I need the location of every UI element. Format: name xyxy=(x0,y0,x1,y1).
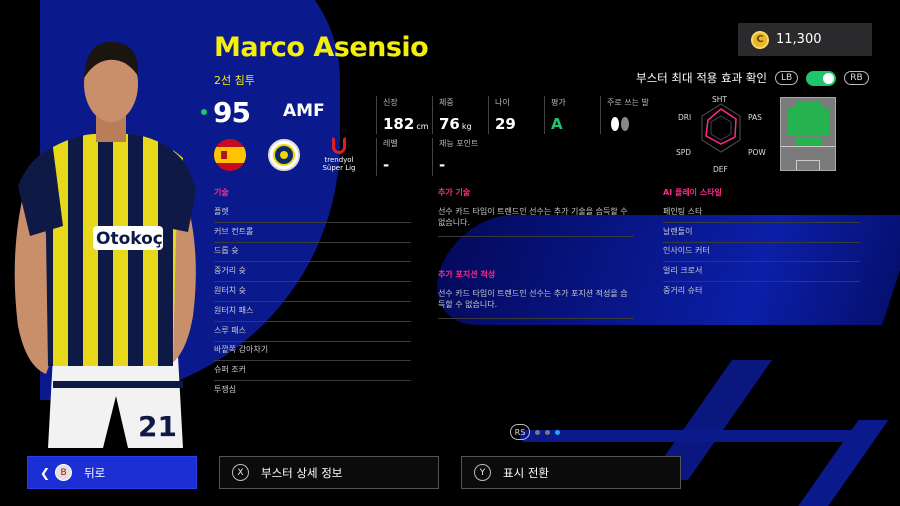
skills-heading: 기술 xyxy=(214,188,229,197)
page-indicator: RS xyxy=(510,424,560,440)
divider xyxy=(432,138,433,176)
extra-positions-heading: 추가 포지션 적성 xyxy=(438,270,496,279)
ai-style-item: 페인팅 스타 xyxy=(663,206,860,223)
radar-label-shot: SHT xyxy=(712,95,727,104)
evaluation-stat: 평가 A xyxy=(551,98,566,133)
radar-label-dribble: DRI xyxy=(678,113,692,122)
pitch-cell xyxy=(795,101,821,107)
divider xyxy=(544,96,545,134)
radar-label-power: POW xyxy=(748,148,766,157)
league-logo: trendyol Süper Lig xyxy=(322,136,356,176)
player-position: AMF xyxy=(283,101,325,121)
skill-item: 원터치 패스 xyxy=(214,305,411,322)
pitch-cell xyxy=(795,137,821,145)
divider xyxy=(376,96,377,134)
page-dot[interactable] xyxy=(535,429,540,435)
ai-styles-heading: AI 플레이 스타일 xyxy=(663,188,722,197)
overall-rating: 95 xyxy=(213,96,251,129)
ai-style-item: 인사이드 커터 xyxy=(663,245,860,262)
pitch-cell xyxy=(787,108,829,136)
back-button[interactable]: ❮ B 뒤로 xyxy=(27,456,197,489)
coin-amount: 11,300 xyxy=(776,32,822,47)
club-badge-icon xyxy=(268,139,300,171)
chevron-left-icon: ❮ xyxy=(40,465,51,480)
booster-label: 부스터 최대 적용 효과 확인 xyxy=(636,71,768,85)
svg-text:Otokoç: Otokoç xyxy=(96,229,163,249)
radar-label-defence: DEF xyxy=(713,165,728,174)
svg-text:21: 21 xyxy=(138,410,177,443)
booster-detail-button[interactable]: X 부스터 상세 정보 xyxy=(219,456,439,489)
divider xyxy=(488,96,489,134)
y-button-icon: Y xyxy=(474,464,491,481)
radar-label-pass: PAS xyxy=(748,113,762,122)
skill-item: 스루 패스 xyxy=(214,325,411,342)
booster-toggle[interactable] xyxy=(806,70,837,86)
ai-style-item: 날렌돌이 xyxy=(663,226,860,243)
page-dot[interactable] xyxy=(545,429,550,435)
skill-item: 투쟁심 xyxy=(214,385,237,394)
skill-item: 바깥쪽 감아차기 xyxy=(214,344,411,361)
lb-button[interactable]: LB xyxy=(775,71,799,85)
skill-item: 드롭 슛 xyxy=(214,245,411,262)
age-stat: 나이 29 xyxy=(495,98,516,133)
footprint-icon xyxy=(611,117,629,131)
skill-item: 슈퍼 조커 xyxy=(214,364,411,381)
rating-indicator xyxy=(201,109,207,115)
radar-label-speed: SPD xyxy=(676,148,692,157)
skill-item: 커브 컨트롤 xyxy=(214,226,411,243)
player-subtitle: 2선 침투 xyxy=(214,74,255,87)
talent-points-stat: 재능 포인트 - xyxy=(439,139,479,174)
ai-style-item: 얼리 크로서 xyxy=(663,265,860,282)
height-stat: 신장 182 cm xyxy=(383,98,429,133)
toggle-view-button[interactable]: Y 표시 전환 xyxy=(461,456,681,489)
divider xyxy=(432,96,433,134)
skill-item: 원터치 슛 xyxy=(214,285,411,302)
weight-stat: 체중 76 kg xyxy=(439,98,472,133)
rb-button[interactable]: RB xyxy=(844,71,869,85)
skill-item: 중거리 슛 xyxy=(214,265,411,282)
extra-skills-text: 선수 카드 타입이 트렌드인 선수는 추가 기술을 습득할 수 없습니다. xyxy=(438,206,634,237)
preferred-foot-stat: 주로 쓰는 발 xyxy=(607,97,649,137)
b-button-icon: B xyxy=(55,464,73,481)
rs-button[interactable]: RS xyxy=(510,424,530,440)
player-name: Marco Asensio xyxy=(214,32,429,63)
player-portrait: 21 Otokoç xyxy=(14,41,196,448)
divider xyxy=(600,96,601,134)
extra-skills-heading: 추가 기술 xyxy=(438,188,471,197)
extra-positions-text: 선수 카드 타입이 트렌드인 선수는 추가 포지션 적성을 습득할 수 없습니다… xyxy=(438,288,634,319)
back-label: 뒤로 xyxy=(84,465,106,480)
level-stat: 레벨 - xyxy=(383,139,398,174)
position-heatmap xyxy=(780,97,836,171)
toggle-view-label: 표시 전환 xyxy=(503,465,549,480)
booster-toggle-row: 부스터 최대 적용 효과 확인 LB RB xyxy=(636,70,869,86)
bg-stripe xyxy=(520,430,860,442)
booster-detail-label: 부스터 상세 정보 xyxy=(261,465,343,480)
page-dot-active[interactable] xyxy=(555,429,560,435)
coin-balance: C 11,300 xyxy=(738,23,872,56)
divider xyxy=(376,138,377,176)
coin-icon: C xyxy=(751,30,769,49)
attribute-radar-chart: SHT PAS POW DEF SPD DRI xyxy=(676,92,766,174)
x-button-icon: X xyxy=(232,464,249,481)
nationality-flag-icon xyxy=(214,139,246,171)
ai-style-item: 중거리 슈터 xyxy=(663,286,703,295)
skill-item: 플렛 xyxy=(214,206,411,223)
